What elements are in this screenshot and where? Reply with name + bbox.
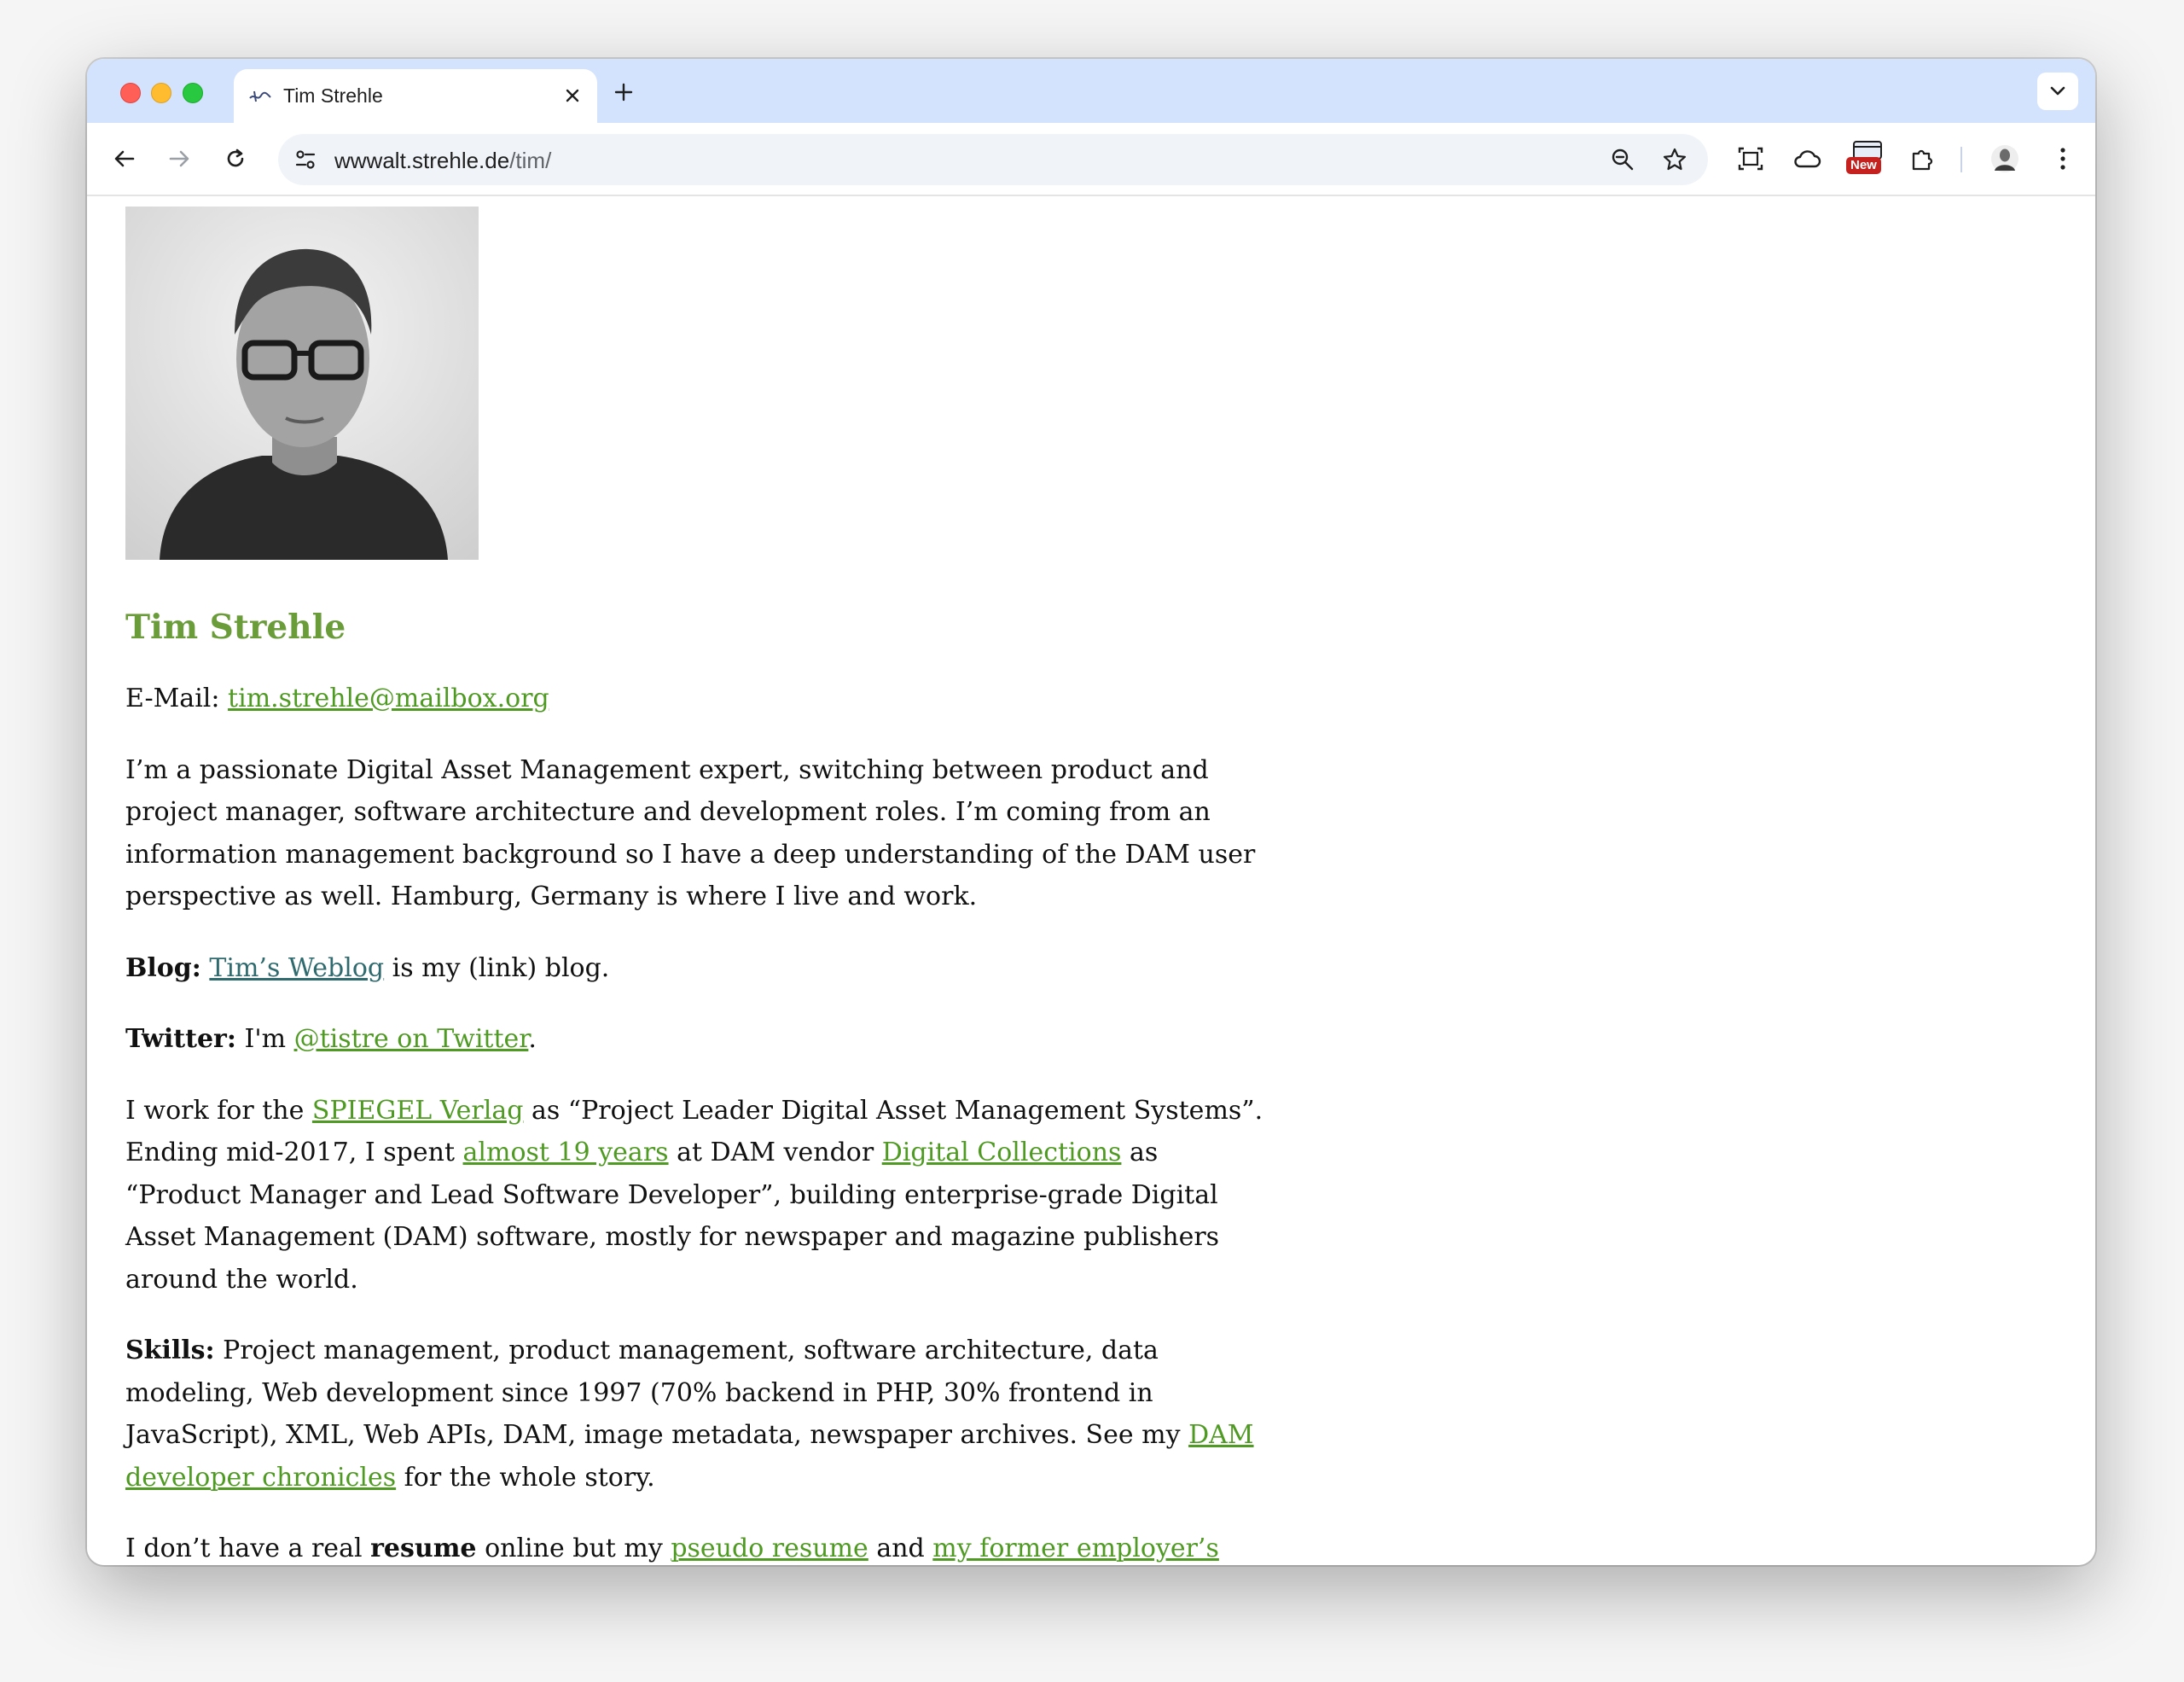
years-link[interactable]: almost 19 years	[463, 1138, 669, 1167]
url-path: /tim/	[509, 148, 552, 173]
spiegel-link[interactable]: SPIEGEL Verlag	[312, 1096, 524, 1126]
back-arrow-icon[interactable]	[106, 140, 143, 178]
blog-label: Blog:	[125, 952, 201, 983]
site-info-tune-icon[interactable]	[287, 141, 324, 178]
tab-tim-strehle[interactable]: Tim Strehle	[234, 69, 597, 123]
resume-bold: resume	[370, 1534, 477, 1563]
site-favicon-icon	[247, 86, 273, 107]
main-column: Tim Strehle E-Mail: tim.strehle@mailbox.…	[125, 207, 1269, 1565]
former-employer-link[interactable]: my former employer’s	[932, 1534, 1219, 1563]
close-window-button[interactable]	[120, 83, 141, 103]
twitter-label: Twitter:	[125, 1024, 236, 1054]
resume-text-1: I don’t have a real	[125, 1534, 371, 1563]
forward-arrow-icon[interactable]	[160, 140, 198, 178]
intro-paragraph: I’m a passionate Digital Asset Managemen…	[125, 754, 1256, 912]
skills-label: Skills:	[125, 1336, 215, 1365]
resume-paragraph: I don’t have a real resume online but my…	[125, 1528, 1269, 1565]
reload-icon[interactable]	[217, 140, 254, 178]
blog-link[interactable]: Tim’s Weblog	[209, 953, 384, 983]
new-tab-plus-icon[interactable]	[611, 79, 636, 105]
twitter-post: .	[528, 1024, 537, 1054]
twitter-paragraph: Twitter: I'm @tistre on Twitter.	[125, 1018, 1269, 1061]
blog-text: is my (link) blog.	[384, 952, 610, 983]
maximize-window-button[interactable]	[183, 83, 203, 103]
twitter-pre: I'm	[235, 1024, 294, 1054]
skills-end: for the whole story.	[396, 1462, 655, 1493]
url-host: wwwalt.strehle.de	[334, 148, 510, 173]
skills-paragraph: Skills: Project management, product mana…	[125, 1330, 1269, 1499]
new-badge: New	[1846, 157, 1881, 174]
tab-strip: Tim Strehle	[87, 59, 2095, 123]
screenshot-capture-icon[interactable]	[1732, 140, 1769, 178]
bookmark-star-icon[interactable]	[1656, 141, 1693, 178]
email-label: E-Mail:	[125, 684, 220, 713]
work-paragraph: I work for the SPIEGEL Verlag as “Projec…	[125, 1090, 1269, 1301]
extension-new-icon[interactable]: New	[1846, 140, 1889, 178]
browser-toolbar: wwwalt.strehle.de/tim/ New	[87, 123, 2095, 196]
portrait-photo	[125, 207, 479, 560]
zoom-out-icon[interactable]	[1604, 141, 1641, 178]
skills-text: Project management, product management, …	[125, 1336, 1189, 1450]
page-title: Tim Strehle	[125, 608, 346, 647]
twitter-link[interactable]: @tistre on Twitter	[294, 1024, 529, 1054]
toolbar-separator	[1960, 147, 1962, 172]
work-text-1: I work for the	[125, 1095, 312, 1126]
pseudo-resume-link[interactable]: pseudo resume	[671, 1534, 868, 1563]
resume-text-2: online but my	[476, 1534, 671, 1563]
profile-avatar-icon[interactable]	[1986, 140, 2024, 178]
email-link[interactable]: tim.strehle@mailbox.org	[228, 684, 549, 713]
extensions-puzzle-icon[interactable]	[1904, 140, 1942, 178]
tab-search-chevron-icon[interactable]	[2037, 73, 2078, 110]
digital-collections-link[interactable]: Digital Collections	[882, 1138, 1122, 1167]
resume-text-3: and	[868, 1534, 933, 1563]
url-text: wwwalt.strehle.de/tim/	[334, 148, 551, 174]
tab-title: Tim Strehle	[283, 84, 383, 107]
minimize-window-button[interactable]	[151, 83, 171, 103]
email-paragraph: E-Mail: tim.strehle@mailbox.org	[125, 678, 1269, 720]
blog-paragraph: Blog: Tim’s Weblog is my (link) blog.	[125, 947, 1269, 990]
work-text-3: at DAM vendor	[668, 1138, 882, 1167]
cloud-icon[interactable]	[1788, 140, 1826, 178]
page-content: Tim Strehle E-Mail: tim.strehle@mailbox.…	[87, 196, 2095, 1565]
more-menu-icon[interactable]	[2044, 140, 2082, 178]
address-bar[interactable]: wwwalt.strehle.de/tim/	[278, 134, 1708, 185]
close-tab-icon[interactable]	[560, 83, 585, 108]
browser-window: Tim Strehle wwwalt.strehle.de/tim/ New T…	[87, 59, 2095, 1565]
